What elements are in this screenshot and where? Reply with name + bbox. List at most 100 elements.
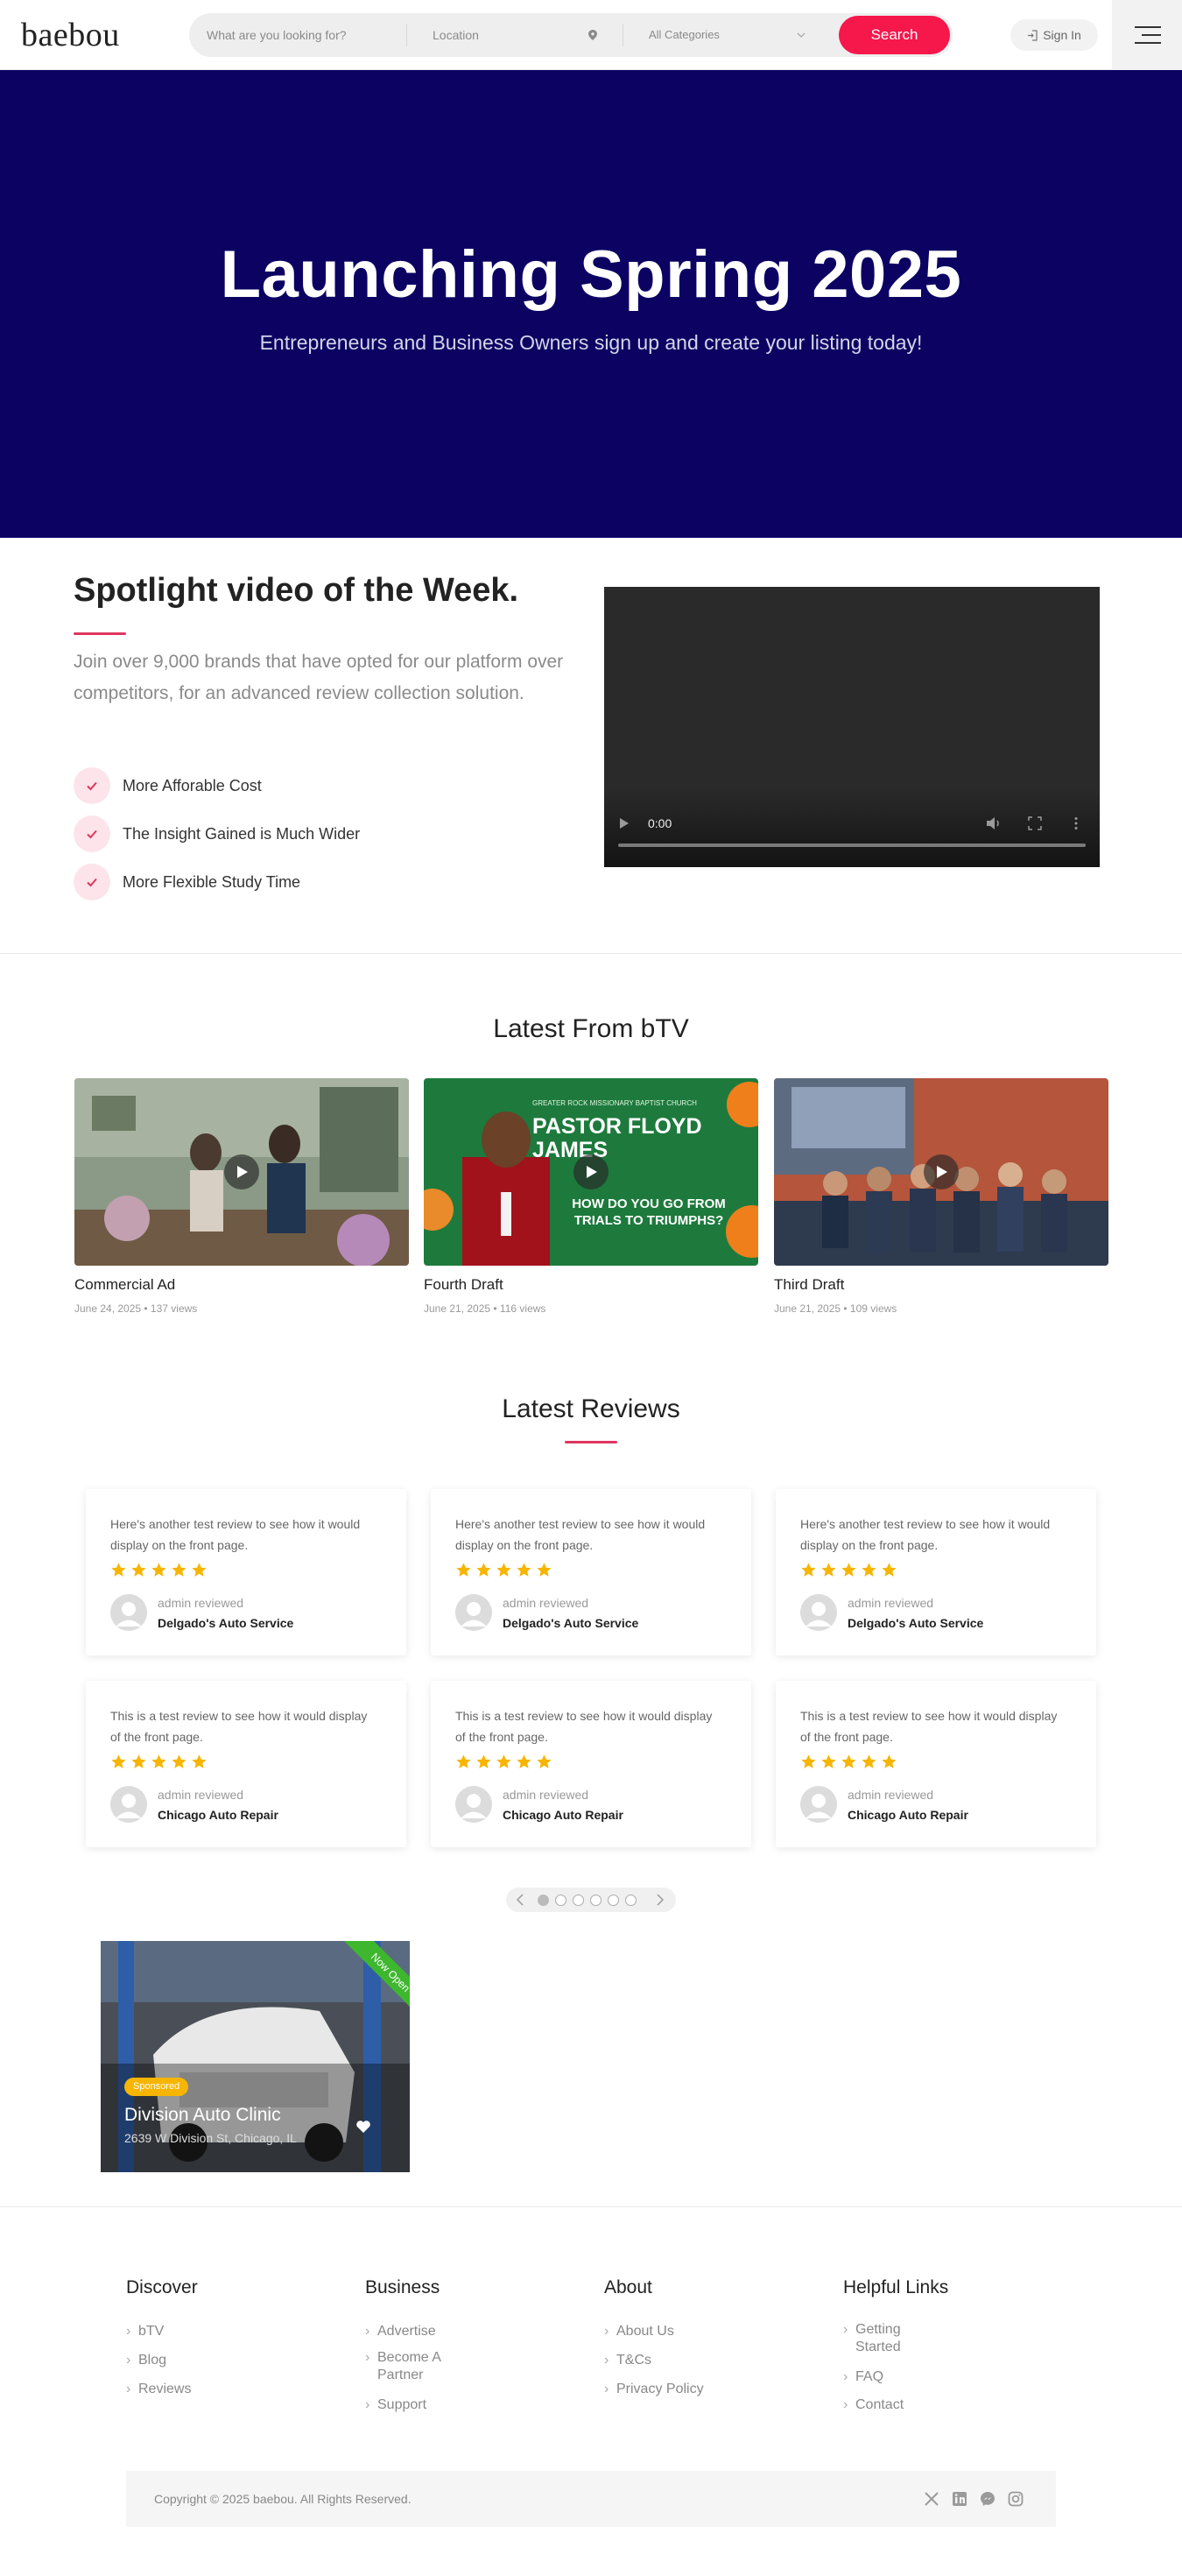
review-text: Here's another test review to see how it… (110, 1517, 361, 1552)
star-icon (151, 1563, 166, 1577)
footer-link[interactable]: › Support (365, 2396, 426, 2414)
video-thumbnail[interactable]: GREATER ROCK MISSIONARY BAPTIST CHURCH P… (424, 1078, 758, 1266)
pager-dot[interactable] (608, 1895, 619, 1906)
star-icon (882, 1754, 897, 1768)
star-icon (821, 1563, 836, 1577)
avatar (455, 1594, 492, 1631)
video-progress-bar[interactable] (618, 843, 1086, 847)
footer-link[interactable]: › Contact (843, 2396, 904, 2414)
review-text: Here's another test review to see how it… (800, 1517, 1051, 1552)
star-icon (496, 1754, 511, 1768)
footer-link[interactable]: › Advertise (365, 2323, 436, 2340)
pager-dot[interactable] (573, 1895, 584, 1906)
video-meta: June 24, 2025 • 137 views (74, 1302, 198, 1315)
chevron-right-icon[interactable] (657, 1894, 664, 1906)
chevron-right-icon: › (126, 2353, 131, 2368)
pager-dot[interactable] (590, 1895, 602, 1906)
star-rating (110, 1561, 215, 1578)
search-bar: What are you looking for? Location All C… (189, 13, 953, 57)
linkedin-icon[interactable] (951, 2490, 968, 2508)
footer-link[interactable]: › Reviews (126, 2381, 191, 2398)
chevron-right-icon: › (843, 2369, 848, 2384)
site-logo[interactable]: baebou (21, 16, 120, 54)
footer-link-label: Contact (855, 2397, 904, 2412)
hamburger-menu-button[interactable] (1112, 0, 1182, 70)
hero-banner: Launching Spring 2025 Entrepreneurs and … (0, 70, 1182, 538)
reviewed-business-link[interactable]: Delgado's Auto Service (158, 1616, 293, 1630)
star-icon (537, 1754, 552, 1768)
spotlight-video-player[interactable]: 0:00 (604, 587, 1100, 867)
footer-link[interactable]: › bTV (126, 2323, 164, 2340)
footer-link-label: Blog (138, 2353, 167, 2368)
review-card[interactable]: Here's another test review to see how it… (776, 1489, 1096, 1655)
reviewed-business-link[interactable]: Chicago Auto Repair (503, 1808, 623, 1822)
category-select[interactable]: All Categories (649, 13, 815, 57)
play-button-icon[interactable] (924, 1154, 959, 1189)
footer-link-label: Reviews (138, 2382, 192, 2396)
copyright-text: Copyright © 2025 baebou. All Rights Rese… (154, 2492, 412, 2506)
play-icon[interactable] (618, 816, 630, 830)
check-icon (74, 864, 110, 900)
reviewed-business-link[interactable]: Delgado's Auto Service (503, 1616, 638, 1630)
review-card[interactable]: This is a test review to see how it woul… (86, 1681, 406, 1847)
footer-link[interactable]: › About Us (604, 2323, 674, 2340)
heart-icon[interactable] (355, 2120, 371, 2134)
review-card[interactable]: This is a test review to see how it woul… (776, 1681, 1096, 1847)
footer-link[interactable]: › Privacy Policy (604, 2381, 704, 2398)
star-icon (801, 1563, 816, 1577)
pager-dot[interactable] (555, 1895, 566, 1906)
pager-dot[interactable] (538, 1895, 549, 1906)
listing-name[interactable]: Division Auto Clinic (124, 2105, 281, 2126)
footer-link-label: Getting Started (855, 2322, 901, 2354)
hero-subtitle: Entrepreneurs and Business Owners sign u… (259, 331, 923, 354)
volume-icon[interactable] (986, 816, 1002, 830)
search-button[interactable]: Search (839, 16, 950, 54)
video-meta: June 21, 2025 • 116 views (424, 1302, 546, 1315)
instagram-icon[interactable] (1007, 2490, 1024, 2508)
footer-link[interactable]: › Blog (126, 2352, 166, 2369)
avatar (800, 1594, 837, 1631)
reviewed-business-link[interactable]: Chicago Auto Repair (848, 1808, 968, 1822)
avatar (110, 1786, 147, 1823)
review-text: This is a test review to see how it woul… (800, 1709, 1058, 1744)
review-text: Here's another test review to see how it… (455, 1517, 706, 1552)
section-divider (0, 2206, 1182, 2207)
thumb-caption-name: PASTOR FLOYD JAMES (532, 1114, 702, 1162)
video-title[interactable]: Third Draft (774, 1276, 844, 1294)
footer-link-label: Become A Partner (377, 2350, 441, 2382)
star-icon (517, 1754, 531, 1768)
chevron-left-icon[interactable] (517, 1894, 524, 1906)
star-icon (131, 1563, 146, 1577)
spotlight-description: Join over 9,000 brands that have opted f… (74, 652, 564, 703)
footer-link-label: FAQ (855, 2369, 884, 2384)
star-icon (172, 1563, 186, 1577)
star-icon (456, 1563, 471, 1577)
footer-link[interactable]: › FAQ (843, 2368, 883, 2386)
review-card[interactable]: Here's another test review to see how it… (431, 1489, 751, 1655)
reviewer-label: admin reviewed (503, 1596, 589, 1610)
reviewed-business-link[interactable]: Chicago Auto Repair (158, 1808, 278, 1822)
play-button-icon[interactable] (573, 1154, 609, 1189)
pager-dot[interactable] (625, 1895, 637, 1906)
review-card[interactable]: Here's another test review to see how it… (86, 1489, 406, 1655)
footer-link[interactable]: › Become A Partner (365, 2349, 456, 2384)
footer-link[interactable]: › T&Cs (604, 2352, 651, 2369)
video-title[interactable]: Fourth Draft (424, 1276, 503, 1294)
sign-in-button[interactable]: Sign In (1010, 19, 1098, 51)
x-icon[interactable] (923, 2490, 940, 2508)
footer-heading: About (604, 2277, 652, 2297)
fullscreen-icon[interactable] (1028, 816, 1042, 830)
footer-link[interactable]: › Getting Started (843, 2321, 917, 2356)
reviewed-business-link[interactable]: Delgado's Auto Service (848, 1616, 983, 1630)
video-title[interactable]: Commercial Ad (74, 1276, 175, 1294)
more-options-icon[interactable] (1073, 816, 1079, 830)
accent-underline (565, 1441, 617, 1443)
listing-card[interactable]: Now Open Sponsored Division Auto Clinic … (101, 1941, 410, 2172)
play-button-icon[interactable] (224, 1154, 259, 1189)
star-icon (192, 1563, 207, 1577)
video-thumbnail[interactable] (74, 1078, 409, 1266)
review-card[interactable]: This is a test review to see how it woul… (431, 1681, 751, 1847)
search-input[interactable]: What are you looking for? (207, 13, 399, 57)
messenger-icon[interactable] (979, 2490, 996, 2508)
video-thumbnail[interactable] (774, 1078, 1108, 1266)
